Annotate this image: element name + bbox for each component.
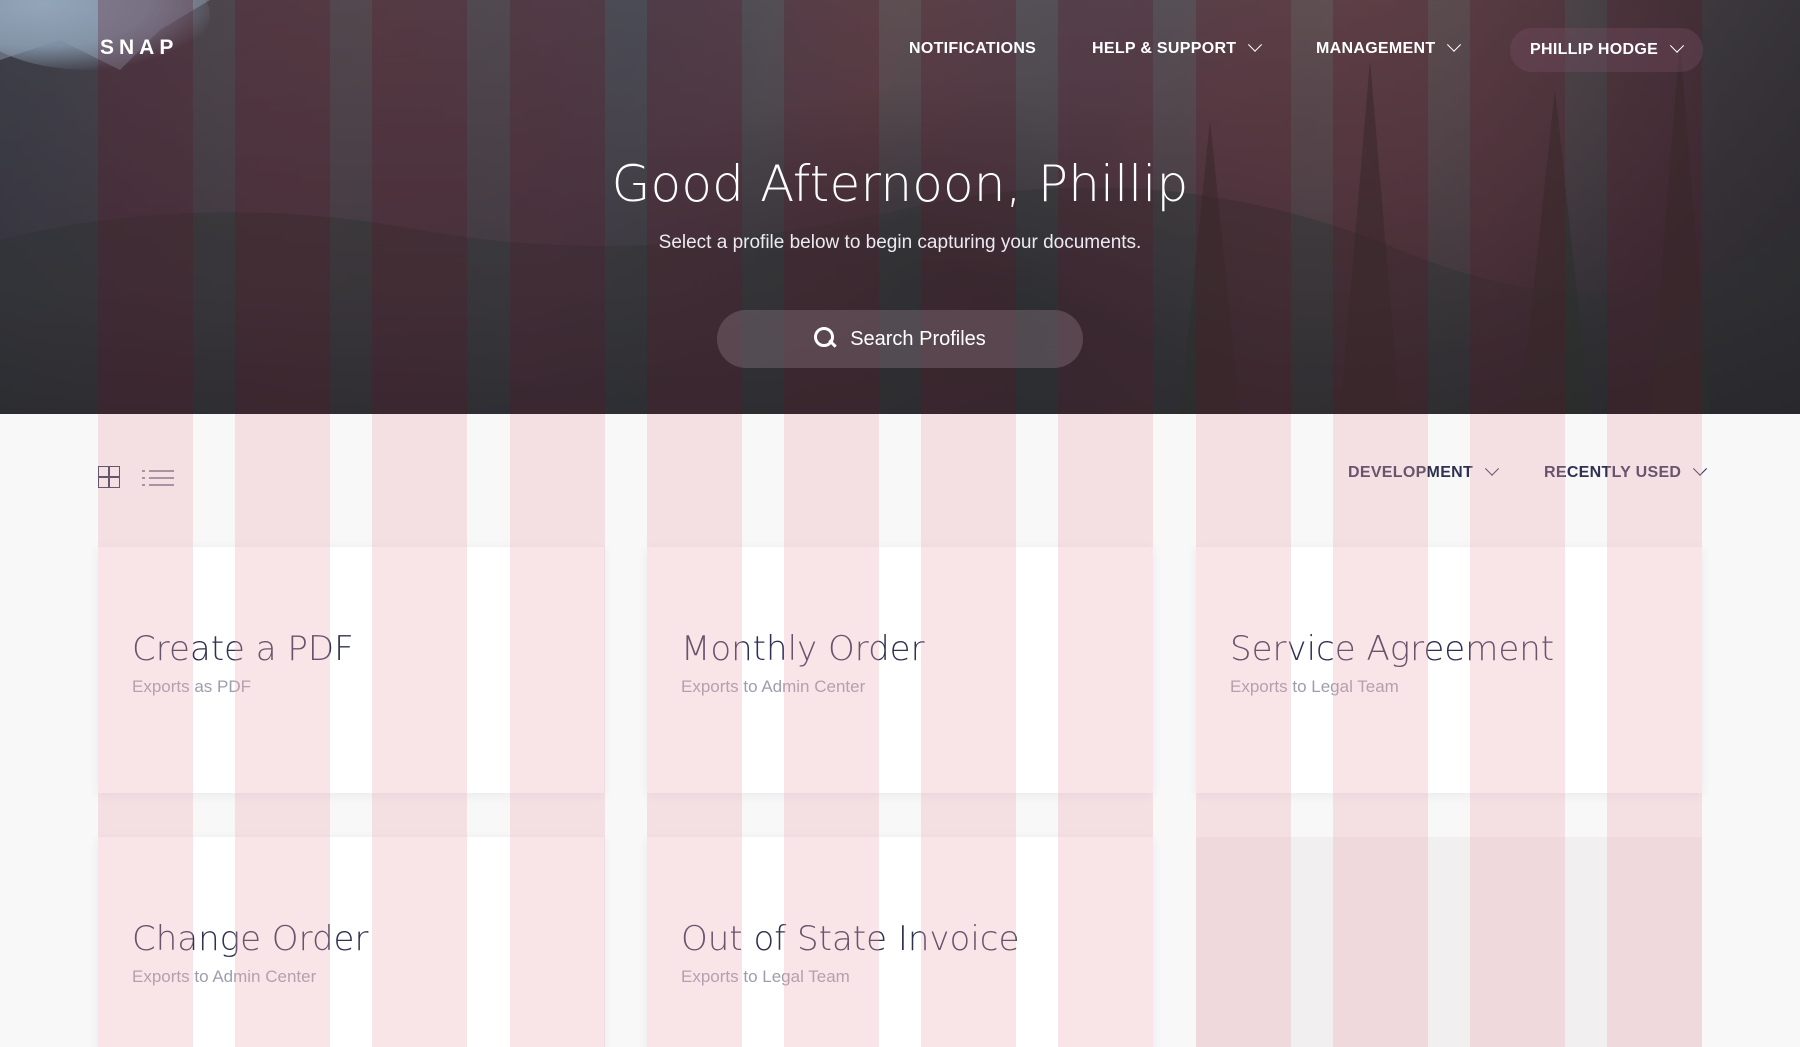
- chevron-down-icon: [1670, 38, 1685, 53]
- profile-name: Monthly Order: [681, 629, 925, 669]
- profile-name: Change Order: [132, 919, 369, 959]
- filter-label: DEVELOPMENT: [1348, 464, 1474, 481]
- sort-label: RECENTLY USED: [1544, 464, 1682, 481]
- profile-destination: Exports to Legal Team: [1230, 677, 1399, 696]
- greeting-title: Good Afternoon, Phillip: [611, 155, 1189, 213]
- chevron-down-icon: [1693, 461, 1708, 476]
- profile-card[interactable]: Out of State Invoice Exports to Legal Te…: [647, 837, 1153, 1047]
- chevron-down-icon: [1485, 461, 1500, 476]
- profile-card[interactable]: Service Agreement Exports to Legal Team: [1196, 547, 1702, 793]
- user-menu-button[interactable]: PHILLIP HODGE: [1510, 28, 1703, 72]
- nav-notifications[interactable]: NOTIFICATIONS: [909, 40, 1036, 58]
- search-icon: [814, 327, 836, 351]
- top-nav: NOTIFICATIONS HELP & SUPPORT MANAGEMENT …: [0, 0, 1800, 100]
- empty-card-slot: [1196, 837, 1702, 1047]
- list-view-icon[interactable]: [142, 466, 174, 488]
- nav-help-support-label: HELP & SUPPORT: [1092, 40, 1237, 57]
- nav-management[interactable]: MANAGEMENT: [1316, 37, 1462, 58]
- grid-view-icon[interactable]: [98, 466, 120, 488]
- profile-name: Service Agreement: [1230, 629, 1555, 669]
- profile-destination: Exports as PDF: [132, 677, 252, 696]
- hero-banner: SNAP NOTIFICATIONS HELP & SUPPORT MANAGE…: [0, 0, 1800, 414]
- profile-destination: Exports to Admin Center: [681, 677, 866, 696]
- profile-name: Create a PDF: [132, 629, 354, 669]
- search-profiles-input[interactable]: Search Profiles: [717, 310, 1083, 368]
- profile-card[interactable]: Create a PDF Exports as PDF: [98, 547, 604, 793]
- profile-destination: Exports to Legal Team: [681, 967, 850, 986]
- sort-dropdown[interactable]: RECENTLY USED: [1544, 461, 1708, 482]
- development-filter-dropdown[interactable]: DEVELOPMENT: [1348, 461, 1500, 482]
- user-name: PHILLIP HODGE: [1530, 41, 1659, 58]
- greeting-subtitle: Select a profile below to begin capturin…: [658, 232, 1142, 253]
- nav-help-support[interactable]: HELP & SUPPORT: [1092, 37, 1263, 58]
- nav-management-label: MANAGEMENT: [1316, 40, 1436, 57]
- profiles-section: DEVELOPMENT RECENTLY USED Create a PDF E…: [0, 414, 1800, 1047]
- profile-name: Out of State Invoice: [681, 919, 1020, 959]
- nav-notifications-label: NOTIFICATIONS: [909, 40, 1037, 57]
- profile-card[interactable]: Monthly Order Exports to Admin Center: [647, 547, 1153, 793]
- view-mode-toggle: [98, 466, 174, 488]
- page: SNAP NOTIFICATIONS HELP & SUPPORT MANAGE…: [0, 0, 1800, 1047]
- chevron-down-icon: [1447, 37, 1462, 52]
- chevron-down-icon: [1248, 37, 1263, 52]
- profile-card[interactable]: Change Order Exports to Admin Center: [98, 837, 604, 1047]
- profile-destination: Exports to Admin Center: [132, 967, 317, 986]
- search-placeholder: Search Profiles: [850, 327, 986, 350]
